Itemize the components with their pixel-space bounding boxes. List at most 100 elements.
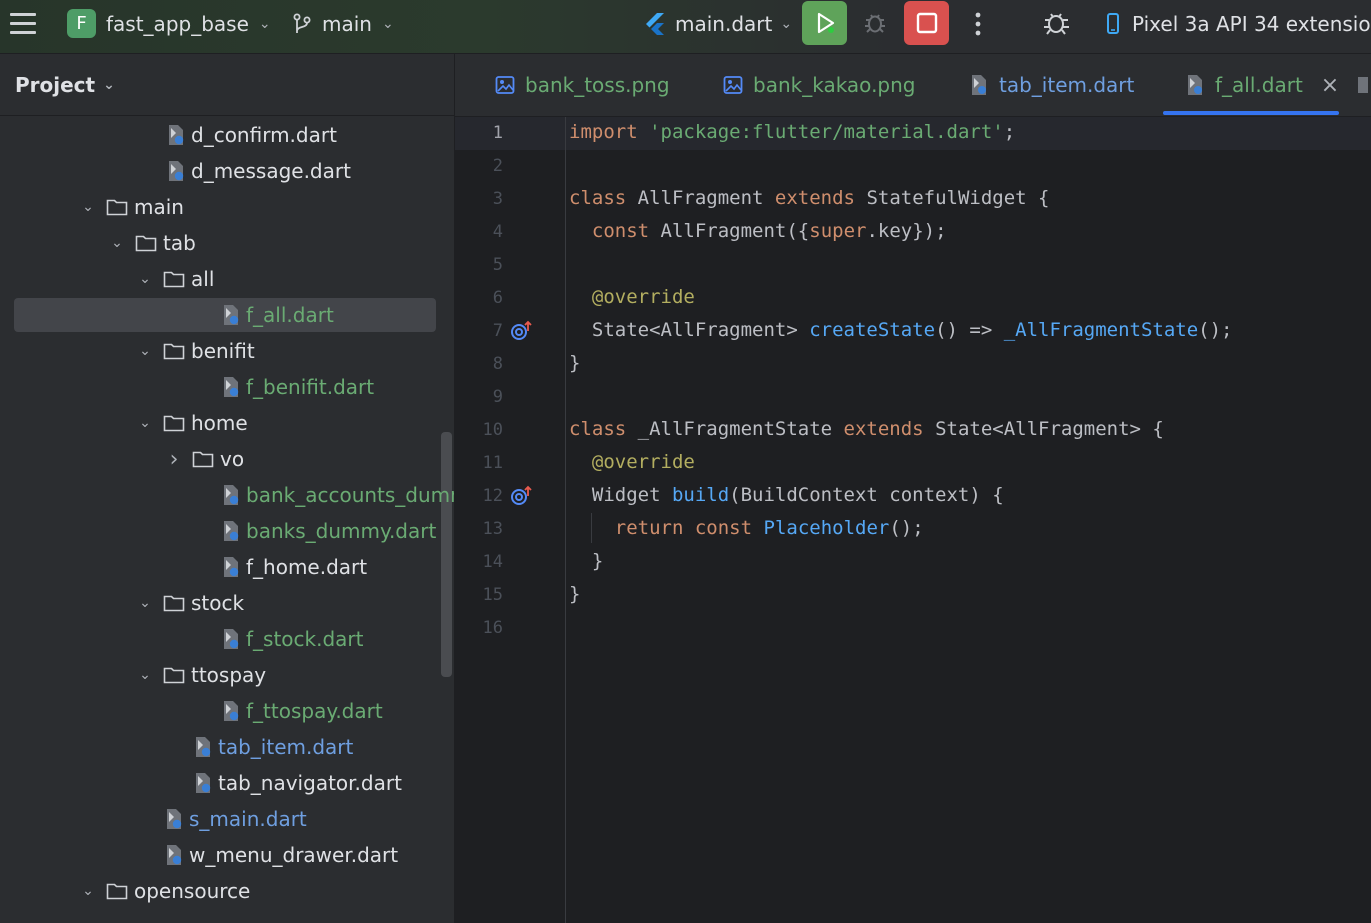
dart-file-icon xyxy=(224,629,239,649)
tree-item-label: main xyxy=(134,195,184,219)
override-method-icon[interactable] xyxy=(510,319,534,343)
tree-folder-all[interactable]: ⌄ all xyxy=(0,261,454,297)
branch-selector[interactable]: main ⌄ xyxy=(292,12,394,36)
tree-scrollbar[interactable] xyxy=(441,432,452,677)
folder-icon xyxy=(163,415,185,432)
dart-file-icon xyxy=(167,809,182,829)
device-selector[interactable]: Pixel 3a API 34 extension l xyxy=(1106,12,1371,36)
code-editor[interactable]: 1 2 3 4 5 6 7 8 9 10 11 12 13 14 15 16 import 'package:… xyxy=(455,117,1371,923)
editor-tab-bank-kakao-png[interactable]: bank_kakao.png xyxy=(723,54,916,116)
main-toolbar: F fast_app_base ⌄ main ⌄ main.dart ⌄ Pix… xyxy=(0,0,1371,54)
tree-folder-ttospay[interactable]: ⌄ ttospay xyxy=(0,657,454,693)
code-line-11: @override xyxy=(591,451,695,473)
tree-folder-stock[interactable]: ⌄ stock xyxy=(0,585,454,621)
tree-item-label: d_confirm.dart xyxy=(191,123,337,147)
run-config-selector[interactable]: main.dart ⌄ xyxy=(644,12,792,36)
stop-icon xyxy=(916,12,937,34)
line-number: 8 xyxy=(492,354,503,374)
tree-file-s-main-dart[interactable]: s_main.dart xyxy=(0,801,454,837)
tree-item-label: ttospay xyxy=(191,663,267,687)
line-number: 6 xyxy=(492,288,503,308)
code-line-3: class AllFragment extends StatefulWidget… xyxy=(569,187,1050,209)
tree-file-f-all-dart[interactable]: f_all.dart xyxy=(0,297,454,333)
chevron-down-icon[interactable]: ⌄ xyxy=(135,271,155,287)
dart-file-icon xyxy=(1355,74,1371,96)
chevron-down-icon[interactable]: ⌄ xyxy=(78,883,98,899)
folder-icon xyxy=(163,271,185,288)
chevron-down-icon[interactable]: ⌄ xyxy=(107,235,127,251)
dart-file-icon xyxy=(224,485,239,505)
tree-file-f-home-dart[interactable]: f_home.dart xyxy=(0,549,454,585)
line-number: 12 xyxy=(482,486,503,506)
attach-debugger-button[interactable] xyxy=(1041,8,1073,38)
editor-tab-bank-toss-png[interactable]: bank_toss.png xyxy=(495,54,670,116)
chevron-down-icon[interactable]: ⌄ xyxy=(135,667,155,683)
main-menu-icon[interactable] xyxy=(10,12,36,34)
tree-file-tab-navigator-dart[interactable]: tab_navigator.dart xyxy=(0,765,454,801)
code-line-12: Widget build(BuildContext context) { xyxy=(569,484,1004,506)
tree-folder-home[interactable]: ⌄ home xyxy=(0,405,454,441)
tree-folder-opensource[interactable]: ⌄ opensource xyxy=(0,873,454,909)
chevron-right-icon[interactable]: › xyxy=(164,447,184,472)
dart-file-icon xyxy=(224,377,239,397)
tree-file-f-ttospay-dart[interactable]: f_ttospay.dart xyxy=(0,693,454,729)
editor-tab-f-all-dart[interactable]: f_all.dart × xyxy=(1185,54,1339,116)
tree-file-d-message-dart[interactable]: d_message.dart xyxy=(0,153,454,189)
debug-button[interactable] xyxy=(862,10,888,36)
tree-item-label: w_menu_drawer.dart xyxy=(189,843,399,867)
line-number: 15 xyxy=(482,585,503,605)
project-initial: F xyxy=(76,13,87,34)
line-number: 3 xyxy=(492,189,503,209)
code-line-15: } xyxy=(569,583,581,605)
tree-file-f-stock-dart[interactable]: f_stock.dart xyxy=(0,621,454,657)
folder-icon xyxy=(192,451,214,468)
tree-item-label: s_main.dart xyxy=(189,807,307,831)
tree-item-label: banks_dummy.dart xyxy=(246,519,437,543)
editor-tab-tab-item-dart[interactable]: tab_item.dart xyxy=(969,54,1134,116)
bug-icon xyxy=(865,14,885,33)
gutter-divider xyxy=(565,117,566,923)
tree-item-label: f_stock.dart xyxy=(246,627,364,651)
code-line-13: return const Placeholder(); xyxy=(614,517,924,539)
project-selector[interactable]: fast_app_base ⌄ xyxy=(106,12,271,36)
project-view-selector[interactable]: Project ⌄ xyxy=(15,73,115,97)
dart-file-icon xyxy=(169,161,184,181)
chevron-down-icon: ⌄ xyxy=(258,16,271,32)
chevron-down-icon[interactable]: ⌄ xyxy=(135,415,155,431)
tree-folder-tab[interactable]: ⌄ tab xyxy=(0,225,454,261)
chevron-down-icon[interactable]: ⌄ xyxy=(78,199,98,215)
tab-label: bank_kakao.png xyxy=(753,73,916,97)
tree-item-label: f_all.dart xyxy=(246,303,334,327)
folder-icon xyxy=(163,343,185,360)
dart-file-icon xyxy=(167,845,182,865)
project-name: fast_app_base xyxy=(106,12,249,36)
tree-folder-benifit[interactable]: ⌄ benifit xyxy=(0,333,454,369)
tree-file-banks-dummy-dart[interactable]: banks_dummy.dart xyxy=(0,513,454,549)
line-number: 11 xyxy=(482,453,503,473)
bug-settings-icon xyxy=(1044,13,1069,35)
tree-file-w-menu-drawer-dart[interactable]: w_menu_drawer.dart xyxy=(0,837,454,873)
stop-button[interactable] xyxy=(904,1,949,45)
play-icon xyxy=(817,12,834,34)
close-tab-icon[interactable]: × xyxy=(1321,73,1339,98)
folder-icon xyxy=(106,883,128,900)
folder-icon xyxy=(135,235,157,252)
code-line-8: } xyxy=(569,352,581,374)
folder-icon xyxy=(106,199,128,216)
run-button[interactable] xyxy=(802,1,847,45)
tree-item-label: tab_navigator.dart xyxy=(218,771,402,795)
tree-folder-main[interactable]: ⌄ main xyxy=(0,189,454,225)
tree-file-f-benifit-dart[interactable]: f_benifit.dart xyxy=(0,369,454,405)
tree-item-label: opensource xyxy=(134,879,251,903)
tree-folder-vo[interactable]: › vo xyxy=(0,441,454,477)
tree-file-d-confirm-dart[interactable]: d_confirm.dart xyxy=(0,117,454,153)
override-method-icon[interactable] xyxy=(510,484,534,508)
chevron-down-icon[interactable]: ⌄ xyxy=(135,595,155,611)
more-actions-icon[interactable] xyxy=(968,11,988,37)
project-avatar[interactable]: F xyxy=(67,9,96,38)
tree-item-label: tab_item.dart xyxy=(218,735,354,759)
code-line-6: @override xyxy=(591,286,695,308)
chevron-down-icon[interactable]: ⌄ xyxy=(135,343,155,359)
tree-file-bank-accounts-dummy[interactable]: bank_accounts_dummy xyxy=(0,477,454,513)
tree-file-tab-item-dart[interactable]: tab_item.dart xyxy=(0,729,454,765)
